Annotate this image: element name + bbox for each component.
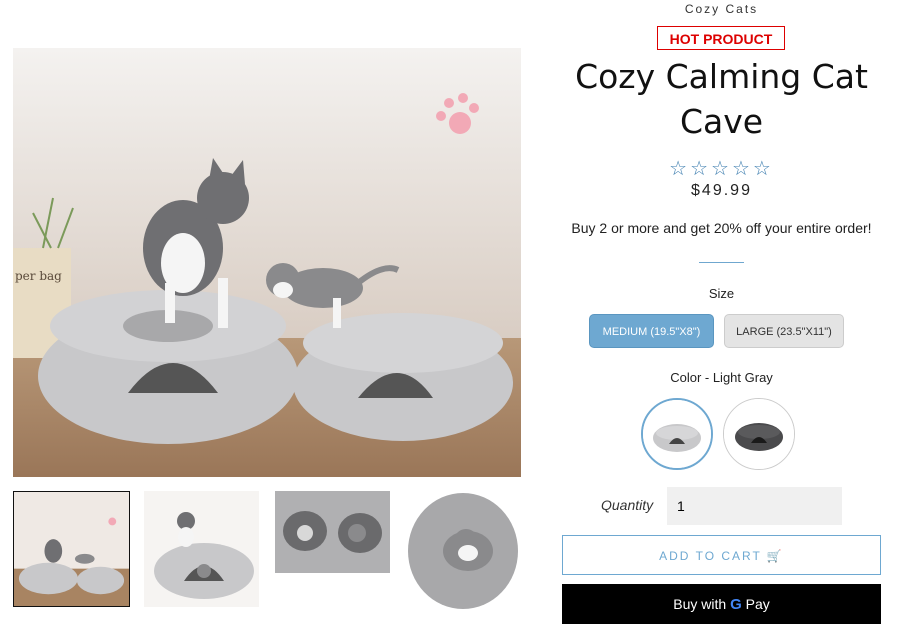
buy-with-label: Buy with [673,596,727,612]
color-swatch-light-gray[interactable] [641,398,713,470]
google-g-icon: G [730,596,742,613]
pay-label: Pay [745,596,770,612]
promo-text: Buy 2 or more and get 20% off your entir… [571,220,872,236]
product-price: $49.99 [691,182,752,199]
store-brand: Cozy Cats [684,2,759,16]
product-title: Cozy Calming Cat Cave [575,57,868,141]
size-label: Size [708,286,735,301]
color-label: Color - Light Gray [670,370,773,385]
buy-with-gpay-button[interactable]: Buy with G Pay [562,584,881,624]
thumbnail-2[interactable] [144,491,259,607]
size-option-large[interactable]: LARGE (23.5"X11") [724,314,844,348]
quantity-input[interactable] [667,487,842,525]
size-option-medium[interactable]: MEDIUM (19.5"X8") [589,314,714,348]
color-swatch-dark-gray[interactable] [723,398,795,470]
quantity-label: Quantity [601,497,654,513]
thumbnail-4[interactable] [408,491,518,612]
add-to-cart-button[interactable]: ADD TO CART 🛒 [562,535,881,575]
svg-text:per bag: per bag [15,269,62,283]
rating-stars[interactable]: ☆☆☆☆☆ [562,156,881,181]
thumbnail-1[interactable] [13,491,130,607]
thumbnail-3[interactable] [275,491,390,573]
divider [699,262,744,263]
main-product-image[interactable]: per bag [13,48,521,477]
hot-product-badge: HOT PRODUCT [657,26,785,50]
